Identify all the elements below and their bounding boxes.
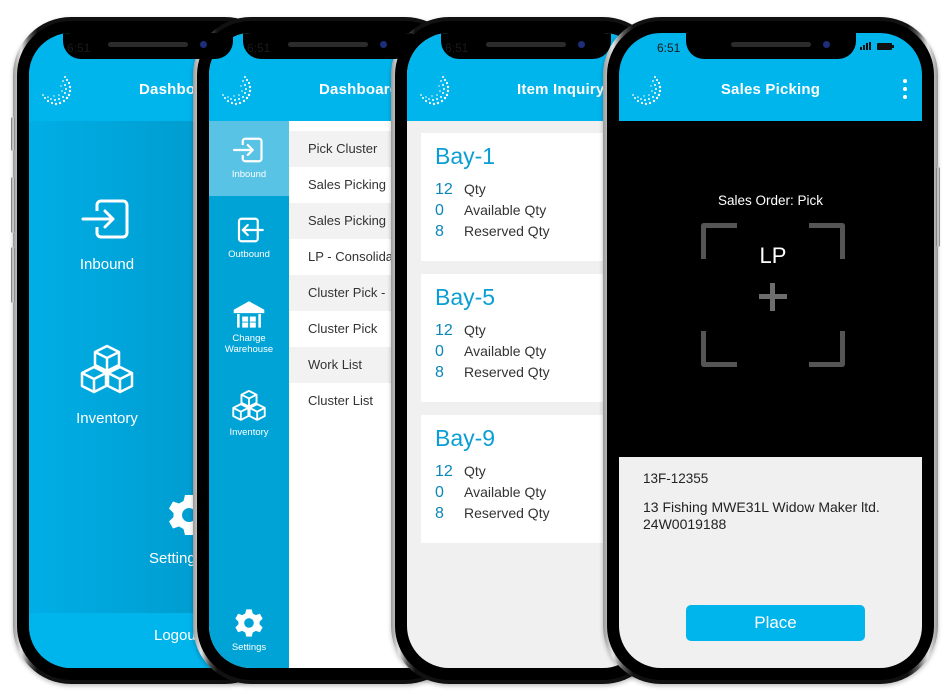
status-time: 6:51 xyxy=(247,41,271,55)
logo-icon xyxy=(420,76,450,106)
login-arrow-icon xyxy=(81,199,129,239)
logout-arrow-icon xyxy=(237,217,264,243)
status-time: 6:51 xyxy=(657,41,681,55)
qty-label: Qty xyxy=(464,181,486,197)
battery-icon xyxy=(877,42,894,50)
page-title: Sales Picking xyxy=(720,81,821,98)
order-panel: 13F-12355 13 Fishing MWE31L Widow Maker … xyxy=(619,457,922,668)
login-arrow-icon xyxy=(232,137,263,163)
qty-value: 12 xyxy=(435,463,453,480)
side-nav-label: Outbound xyxy=(228,249,270,260)
boxes-icon xyxy=(232,389,266,421)
phone-power-button xyxy=(936,167,940,247)
reserved-qty-label: Reserved Qty xyxy=(464,223,550,239)
available-qty-label: Available Qty xyxy=(464,484,547,500)
side-nav-item-settings[interactable]: Settings xyxy=(209,608,289,653)
more-options-icon[interactable] xyxy=(902,79,908,99)
order-description: 13 Fishing MWE31L Widow Maker ltd. 24W00… xyxy=(643,499,880,532)
side-nav: Inbound Outbound Change Warehouse Invent… xyxy=(209,121,289,668)
side-nav-label: Inbound xyxy=(231,169,267,180)
scan-frame[interactable]: LP xyxy=(701,223,845,367)
side-nav-label: Change Warehouse xyxy=(224,333,274,355)
status-icons xyxy=(860,42,894,50)
qty-value: 12 xyxy=(435,322,453,339)
qty-value: 12 xyxy=(435,181,453,198)
available-qty-label: Available Qty xyxy=(464,202,547,218)
available-qty-value: 0 xyxy=(435,343,444,360)
side-nav-label: Settings xyxy=(231,642,267,653)
phone-volume-down-button xyxy=(11,247,15,303)
notch xyxy=(685,33,856,59)
gear-icon xyxy=(235,609,263,637)
tile-label: Inbound xyxy=(79,256,135,273)
dashboard-tile-inventory[interactable]: Inventory xyxy=(67,343,147,427)
qty-label: Qty xyxy=(464,463,486,479)
side-nav-item-inventory[interactable]: Inventory xyxy=(209,389,289,438)
status-time: 6:51 xyxy=(445,41,469,55)
sales-picking-screen: 6:51 Sales Picking Sales Order: Pick LP xyxy=(619,33,922,668)
status-time: 6:51 xyxy=(67,41,91,55)
side-nav-item-inbound[interactable]: Inbound xyxy=(209,121,289,196)
order-id: 13F-12355 xyxy=(643,471,709,486)
phone-bezel: 6:51 Sales Picking Sales Order: Pick LP xyxy=(607,21,934,680)
phone-side-button xyxy=(11,117,15,151)
plus-icon xyxy=(759,283,787,311)
logo-icon xyxy=(222,76,252,106)
side-nav-item-outbound[interactable]: Outbound xyxy=(209,215,289,260)
tile-label: Inventory xyxy=(76,410,138,427)
reserved-qty-label: Reserved Qty xyxy=(464,505,550,521)
boxes-icon xyxy=(80,344,134,394)
place-button[interactable]: Place xyxy=(686,605,865,641)
reserved-qty-value: 8 xyxy=(435,505,444,522)
reserved-qty-value: 8 xyxy=(435,223,444,240)
warehouse-icon xyxy=(233,301,265,328)
scan-title: Sales Order: Pick xyxy=(717,193,824,208)
phone-sales-picking: 6:51 Sales Picking Sales Order: Pick LP xyxy=(603,17,940,684)
available-qty-value: 0 xyxy=(435,202,444,219)
reserved-qty-label: Reserved Qty xyxy=(464,364,550,380)
signal-icon xyxy=(860,42,871,50)
qty-label: Qty xyxy=(464,322,486,338)
dashboard-tile-inbound[interactable]: Inbound xyxy=(67,195,147,273)
scan-corner xyxy=(809,331,845,367)
available-qty-label: Available Qty xyxy=(464,343,547,359)
phone-volume-up-button xyxy=(11,177,15,233)
logo-icon xyxy=(42,76,72,106)
scan-target-label: LP xyxy=(759,243,787,268)
scan-corner xyxy=(701,331,737,367)
reserved-qty-value: 8 xyxy=(435,364,444,381)
side-nav-label: Inventory xyxy=(229,427,269,438)
available-qty-value: 0 xyxy=(435,484,444,501)
side-nav-item-change-warehouse[interactable]: Change Warehouse xyxy=(209,299,289,355)
